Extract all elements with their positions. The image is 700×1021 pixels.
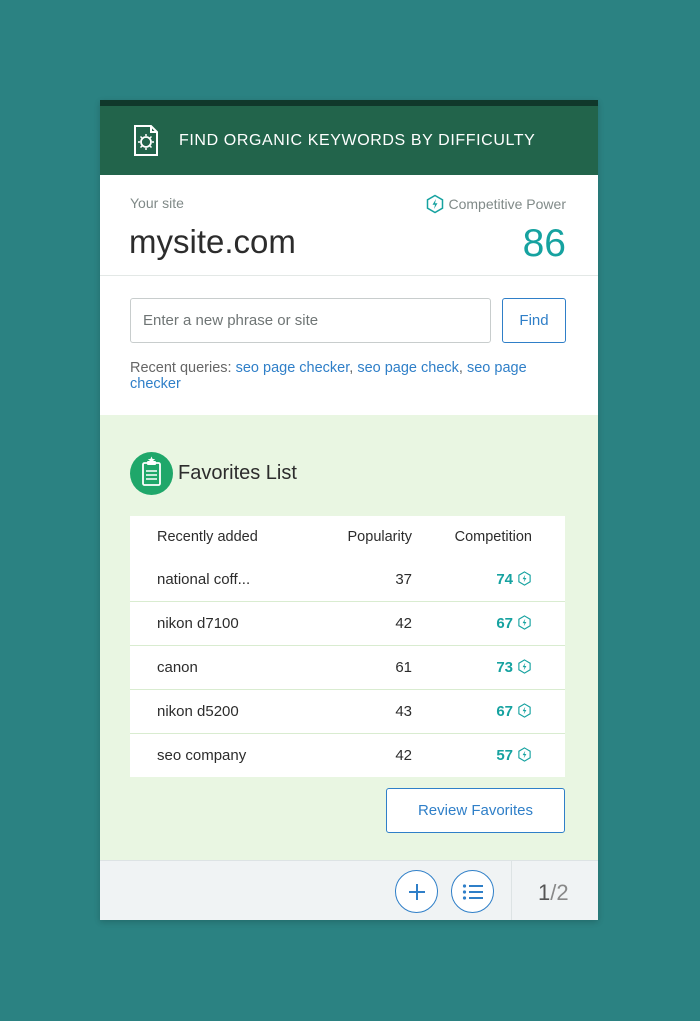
- keyword-cell: seo company: [130, 733, 317, 777]
- recent-query-link[interactable]: seo page checker: [236, 360, 350, 376]
- search-input[interactable]: [130, 298, 491, 343]
- popularity-cell: 61: [317, 645, 412, 690]
- keyword-cell: national coff...: [157, 571, 251, 588]
- competitive-power-label: Competitive Power: [448, 196, 567, 212]
- competition-cell: 73: [412, 645, 565, 690]
- power-hexagon-icon: [426, 194, 443, 214]
- clipboard-star-icon: [130, 452, 173, 495]
- competition-value: 57: [496, 747, 513, 764]
- table-row[interactable]: nikon d7100 42 67: [130, 601, 565, 646]
- favorites-title: Favorites List: [178, 462, 297, 484]
- competition-value: 67: [496, 703, 513, 720]
- page-current: 1: [538, 880, 551, 905]
- column-header-competition: Competition: [454, 529, 532, 545]
- page-total: 2: [556, 880, 569, 905]
- site-label: Your site: [130, 195, 184, 211]
- power-hexagon-icon: [518, 747, 531, 762]
- popularity-cell: 43: [317, 689, 412, 734]
- footer-bar: 1/2: [100, 860, 598, 920]
- recent-queries-label: Recent queries:: [130, 360, 232, 376]
- competition-cell: 74: [412, 558, 565, 602]
- column-header-popularity: Popularity: [347, 529, 412, 545]
- competition-value: 73: [496, 659, 513, 676]
- add-button[interactable]: [395, 870, 438, 913]
- keyword-cell: nikon d5200: [130, 689, 317, 734]
- page-indicator: 1/2: [538, 880, 569, 905]
- list-icon: [462, 883, 483, 900]
- review-favorites-button[interactable]: Review Favorites: [386, 788, 565, 833]
- power-hexagon-icon: [518, 703, 531, 718]
- competition-value: 74: [496, 571, 513, 588]
- header-bar: FIND ORGANIC KEYWORDS BY DIFFICULTY: [100, 100, 598, 175]
- favorites-table: Recently added Popularity Competition na…: [130, 516, 565, 777]
- table-row[interactable]: nikon d5200 43 67: [130, 689, 565, 734]
- popularity-cell: 42: [317, 601, 412, 646]
- plus-icon: [408, 883, 425, 900]
- keyword-cell: nikon d7100: [130, 601, 317, 646]
- competitive-power-header: Competitive Power: [425, 194, 567, 214]
- recent-query-link[interactable]: seo page check: [357, 360, 459, 376]
- footer-divider: [511, 861, 512, 920]
- table-header-row: Recently added Popularity Competition: [130, 516, 565, 558]
- power-hexagon-icon: [518, 615, 531, 630]
- competition-cell: 67: [412, 601, 565, 646]
- recent-queries: Recent queries: seo page checker, seo pa…: [130, 360, 527, 392]
- widget-card: FIND ORGANIC KEYWORDS BY DIFFICULTY Your…: [100, 100, 598, 920]
- table-row[interactable]: canon 61 73: [130, 645, 565, 690]
- document-scan-icon: [134, 125, 158, 156]
- table-row[interactable]: national coff... 37 74: [130, 558, 565, 602]
- header-title: FIND ORGANIC KEYWORDS BY DIFFICULTY: [179, 132, 536, 149]
- site-name: mysite.com: [129, 223, 296, 260]
- power-hexagon-icon: [518, 571, 531, 586]
- keyword-cell: canon: [130, 645, 317, 690]
- column-header-recently-added: Recently added: [157, 529, 258, 545]
- popularity-cell: 37: [395, 571, 412, 588]
- favorites-section: Favorites List Recently added Popularity…: [100, 415, 598, 860]
- competition-cell: 67: [412, 689, 565, 734]
- competition-value: 67: [496, 615, 513, 632]
- search-section: Find Recent queries: seo page checker, s…: [100, 276, 598, 416]
- list-button[interactable]: [451, 870, 494, 913]
- competitive-power-value: 86: [522, 222, 566, 265]
- site-summary: Your site Competitive Power mysite.com 8…: [100, 175, 598, 276]
- popularity-cell: 42: [317, 733, 412, 777]
- competition-cell: 57: [412, 733, 565, 777]
- favorites-heading: Favorites List: [130, 452, 297, 495]
- table-row[interactable]: seo company 42 57: [130, 733, 565, 777]
- find-button[interactable]: Find: [502, 298, 566, 343]
- power-hexagon-icon: [518, 659, 531, 674]
